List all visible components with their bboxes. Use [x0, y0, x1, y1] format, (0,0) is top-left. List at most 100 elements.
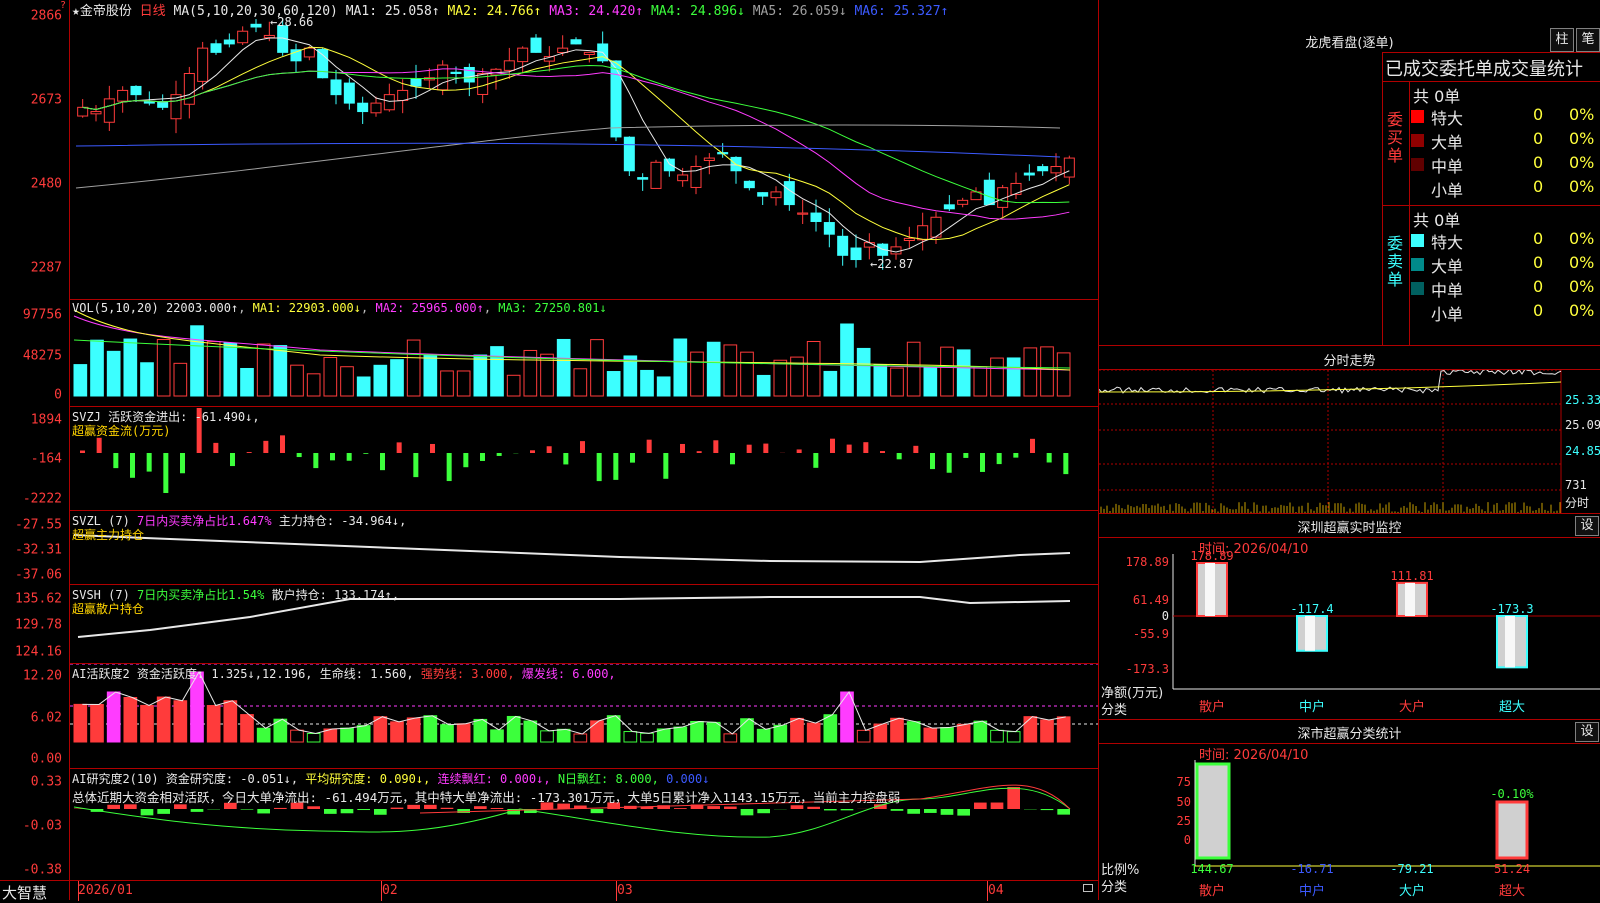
favorite-star-icon[interactable]: ★: [72, 4, 80, 19]
row-pct: 0%: [1569, 277, 1594, 296]
legend-swatch: [1411, 158, 1424, 171]
monitor-bar-highlight: [1205, 563, 1215, 616]
research-bar: [374, 809, 387, 815]
candle: [704, 158, 714, 160]
ma-header: MA(5,10,20,30,60,120): [174, 4, 338, 19]
row-pct: 0%: [1569, 153, 1594, 172]
row-pct: 0%: [1569, 129, 1594, 148]
candle: [678, 175, 688, 181]
candle: [984, 180, 994, 204]
candle: [384, 95, 394, 110]
activity-bar: [507, 716, 520, 742]
svsh-panel[interactable]: SVSH (7) 7日内买卖净占比1.54% 散户持仓: 133.174↑, 超…: [70, 584, 1098, 662]
candle: [238, 31, 248, 42]
vol-panel[interactable]: VOL(5,10,20) 22003.000↑, MA1: 22903.000↓…: [70, 299, 1098, 405]
yanjiu-research: 资金研究度: -0.051↓,: [166, 772, 298, 786]
x-axis: 大智慧 2026/01 02 03 04: [0, 880, 1098, 900]
kline-chart[interactable]: ←28.66←22.87: [70, 0, 1098, 298]
candle: [944, 205, 954, 209]
activity-bar: [407, 718, 420, 742]
huoyue-lifeline: 生命线: 1.560,: [320, 667, 414, 681]
flow-bar: [347, 453, 352, 461]
flow-bar: [213, 443, 218, 453]
bar-category: 中户: [1299, 883, 1325, 899]
y-tick: 2287: [31, 261, 62, 276]
svsh-subtitle: 超赢散户持仓: [72, 600, 144, 617]
y-tick: 12.20: [23, 669, 62, 684]
flow-bar: [763, 444, 768, 453]
candle: [331, 80, 341, 95]
flow-bar: [163, 453, 168, 493]
vol-bar: [1024, 348, 1037, 396]
flow-bar: [497, 453, 502, 456]
y-tick: 0.00: [31, 752, 62, 767]
yanjiu-title: AI研究度2(10): [72, 772, 159, 786]
activity-bar: [107, 692, 120, 742]
y-tick: 124.16: [15, 645, 62, 660]
fenshi-chart[interactable]: [1099, 370, 1600, 514]
vol-chart[interactable]: [70, 300, 1098, 406]
flow-bar: [947, 453, 952, 473]
row-pct: 0%: [1569, 229, 1594, 248]
huoyue-title: AI活跃度2: [72, 667, 130, 681]
y-tick: 731: [1565, 478, 1587, 492]
bar-value: 111.81: [1390, 569, 1433, 583]
candle: [664, 159, 674, 171]
y-tick: 25.09: [1565, 418, 1600, 432]
bar-pct: -0.10%: [1490, 787, 1534, 801]
research-bar: [907, 809, 920, 814]
research-bar: [924, 809, 937, 813]
lock-icon[interactable]: [1083, 884, 1093, 892]
fenshi-panel[interactable]: 分时走势 25.33 25.09 24.85 731 分时: [1099, 345, 1600, 513]
legend-swatch: [1411, 134, 1424, 147]
legend-swatch: [1411, 182, 1424, 195]
vol-bar: [324, 357, 337, 396]
low-label: ←22.87: [870, 257, 913, 271]
vol-bar: [107, 351, 120, 396]
yanjiu-panel[interactable]: AI研究度2(10) 资金研究度: -0.051↓, 平均研究度: 0.090↓…: [70, 768, 1098, 880]
activity-bar: [257, 728, 270, 742]
flow-bar: [180, 453, 185, 473]
bar-category: 中户: [1299, 699, 1325, 715]
row-pct: 0%: [1569, 301, 1594, 320]
candle: [891, 247, 901, 254]
flow-bar: [1030, 439, 1035, 453]
activity-bar: [857, 730, 870, 742]
activity-bar: [491, 730, 504, 742]
monitor-bar-highlight: [1305, 616, 1315, 651]
svzl-panel[interactable]: SVZL (7) 7日内买卖净占比1.647% 主力持仓: -34.964↓, …: [70, 510, 1098, 583]
kline-panel[interactable]: ←28.66←22.87 ★金帝股份 日线 MA(5,10,20,30,60,1…: [70, 0, 1098, 298]
activity-bar: [807, 723, 820, 742]
flow-bar: [930, 453, 935, 469]
period-label[interactable]: 日线: [140, 4, 166, 19]
flow-bar: [97, 438, 102, 453]
activity-bar: [991, 730, 1004, 742]
flow-bar: [480, 453, 485, 461]
flow-bar: [313, 453, 318, 468]
vol-ma-line: [74, 316, 1070, 370]
flow-bar: [697, 451, 702, 453]
kline-y-axis: 2866 2673 2480 2287: [0, 0, 68, 298]
activity-bar: [974, 721, 987, 742]
huoyue-header: AI活跃度2 资金活跃度: 1.325↓,12.196, 生命线: 1.560,…: [72, 665, 616, 682]
activity-bar: [691, 721, 704, 742]
vol-bar: [341, 367, 354, 396]
ma-item-1: MA1: 25.058↑: [346, 4, 448, 19]
svzj-panel[interactable]: SVZJ 活跃资金进出: -61.490↓, 超赢资金流(万元): [70, 406, 1098, 509]
vol-bar: [124, 339, 137, 396]
legend-swatch: [1411, 234, 1424, 247]
bar-mode-button[interactable]: 柱: [1550, 28, 1574, 52]
vol-bar: [157, 340, 170, 396]
vol-bar: [1041, 347, 1054, 396]
huoyue-panel[interactable]: AI活跃度2 资金活跃度: 1.325↓,12.196, 生命线: 1.560,…: [70, 663, 1098, 767]
vol-bar: [474, 355, 487, 396]
flow-bar: [813, 453, 818, 468]
tick-mode-button[interactable]: 笔: [1576, 28, 1600, 52]
yanjiu-extra: 0.000↓: [666, 772, 709, 786]
research-bar: [974, 803, 987, 809]
candle: [118, 90, 128, 101]
activity-bar: [774, 725, 787, 742]
candle: [318, 49, 328, 77]
vol-bar: [257, 344, 270, 396]
candle: [1011, 183, 1021, 194]
